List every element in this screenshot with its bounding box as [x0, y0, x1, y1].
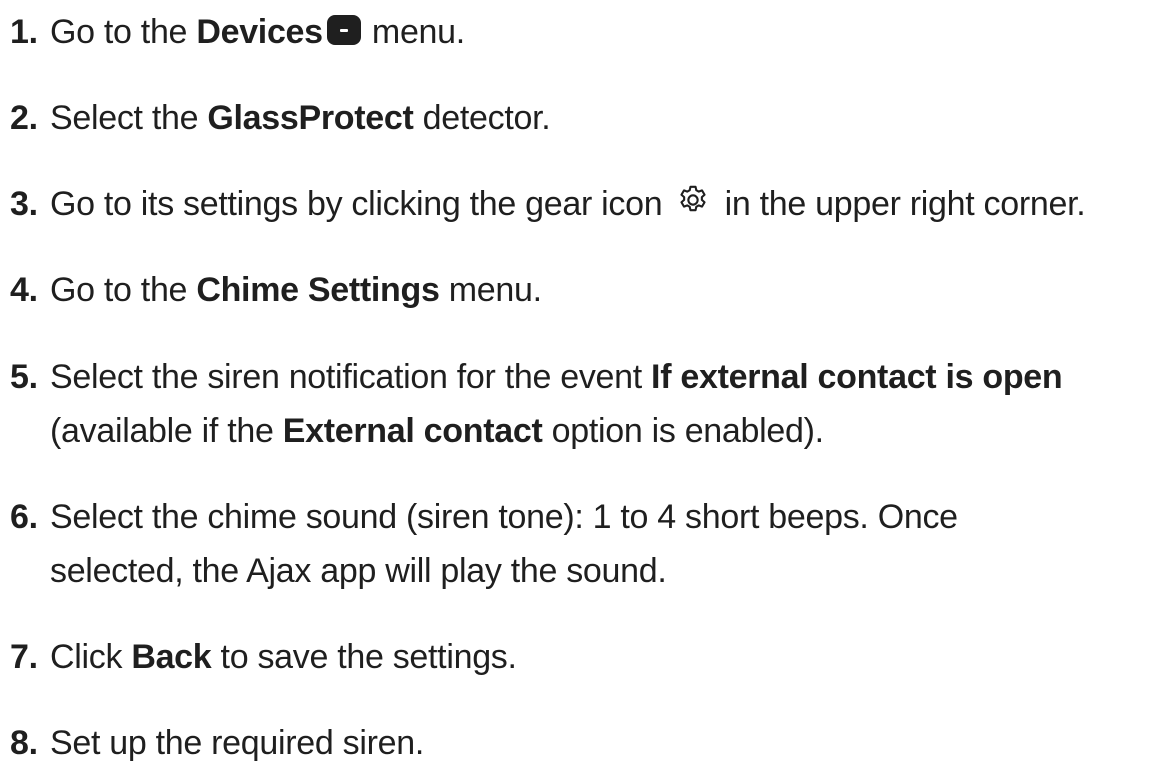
step-3: 3. Go to its settings by clicking the gea… [10, 177, 1086, 231]
step-number: 4. [10, 271, 38, 309]
step-number: 7. [10, 638, 38, 676]
step-5: 5. Select the siren notification for the … [10, 350, 1063, 458]
step-2: 2. Select the GlassProtect detector. [10, 91, 551, 145]
step-4: 4. Go to the Chime Settings menu. [10, 263, 542, 317]
step-number: 2. [10, 99, 38, 137]
step-bold-term: If external contact is open [651, 358, 1063, 396]
step-text: option is enabled). [542, 412, 824, 450]
step-bold-term: Devices [196, 13, 323, 51]
step-number: 6. [10, 498, 38, 536]
step-8: 8. Set up the required siren. [10, 716, 424, 770]
devices-icon [326, 15, 361, 45]
step-text: menu. [362, 13, 465, 51]
step-bold-term: Chime Settings [196, 271, 440, 309]
step-text: selected, the Ajax app will play the sou… [50, 552, 667, 590]
step-text: Select the [50, 99, 208, 137]
step-bold-term: GlassProtect [207, 99, 414, 137]
step-text: (available if the [50, 412, 283, 450]
step-continuation: selected, the Ajax app will play the sou… [10, 544, 958, 598]
step-bold-term: Back [131, 638, 212, 676]
step-text: Click [50, 638, 132, 676]
step-7: 7. Click Back to save the settings. [10, 630, 517, 684]
step-6: 6. Select the chime sound (siren tone): 1… [10, 490, 958, 598]
step-text: Select the siren notification for the ev… [50, 358, 652, 396]
step-text: detector. [413, 99, 551, 137]
step-number: 8. [10, 724, 38, 762]
step-text: in the upper right corner. [715, 185, 1086, 223]
step-continuation: (available if the External contact optio… [10, 404, 1062, 458]
step-text: Go to its settings by clicking the gear … [50, 185, 672, 223]
step-bold-term: External contact [282, 412, 543, 450]
gear-icon [675, 182, 711, 218]
step-text: to save the settings. [211, 638, 517, 676]
step-number: 3. [10, 185, 38, 223]
step-number: 1. [10, 13, 38, 51]
step-text: Go to the [50, 13, 197, 51]
step-text: Set up the required siren. [50, 724, 424, 762]
step-text: Select the chime sound (siren tone): 1 t… [50, 498, 958, 536]
step-1: 1. Go to the Devices menu. [10, 5, 465, 59]
step-number: 5. [10, 358, 38, 396]
step-text: menu. [439, 271, 542, 309]
step-text: Go to the [50, 271, 197, 309]
